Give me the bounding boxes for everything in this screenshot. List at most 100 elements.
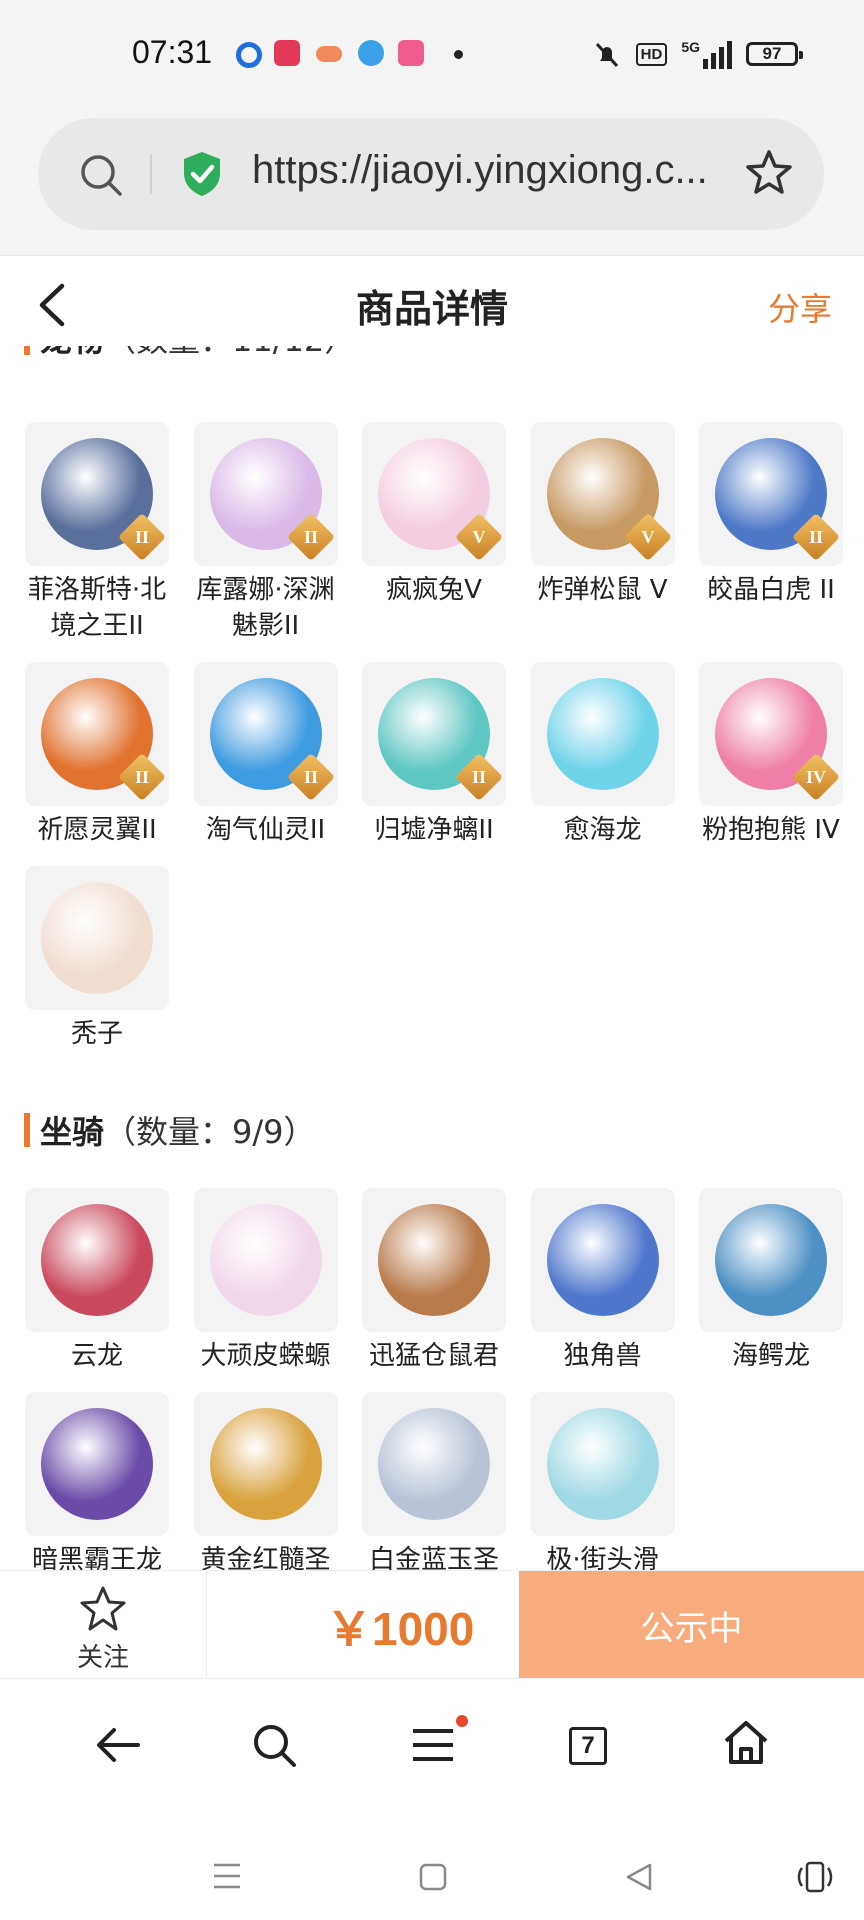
item-image [530, 1392, 675, 1536]
purchase-action-bar: 关注 ￥1000 公示中 [0, 1570, 864, 1679]
item-card[interactable]: IV 粉抱抱熊 IV [696, 662, 846, 848]
section-accent-bar [24, 346, 30, 355]
item-name: 疯疯兔V [386, 575, 482, 605]
item-card[interactable]: II 库露娜·深渊魅影II [191, 422, 341, 644]
more-notifications-dot [454, 50, 463, 59]
status-bar: 07:31 HD 5G 97 [0, 0, 864, 110]
item-card[interactable]: II 祈愿灵翼II [22, 662, 172, 848]
item-art [715, 1204, 827, 1316]
item-image: IV [699, 662, 843, 806]
item-art [209, 1204, 322, 1316]
item-image [193, 1188, 338, 1332]
item-art [209, 1408, 322, 1520]
follow-label: 关注 [76, 1643, 129, 1673]
item-art [378, 1408, 490, 1520]
item-art [546, 678, 659, 790]
url-text[interactable]: https://jiaoyi.yingxiong.c... [252, 148, 708, 193]
section-count: （数量：11/12） [104, 346, 356, 361]
item-card[interactable]: II 菲洛斯特·北境之王II [22, 422, 172, 644]
item-art [546, 1204, 659, 1316]
notification-app-icon [236, 42, 262, 68]
item-art [41, 1408, 153, 1520]
recents-menu-icon[interactable] [212, 1862, 242, 1890]
tier-label: II [303, 527, 318, 547]
item-card[interactable]: 秃子 [22, 866, 172, 1052]
item-name: 云龙 [70, 1341, 123, 1371]
item-card[interactable]: 独角兽 [528, 1188, 678, 1374]
item-card[interactable]: 云龙 [22, 1188, 172, 1374]
item-name: 海鳄龙 [731, 1341, 810, 1371]
item-card[interactable]: 暗黑霸王龙 [22, 1392, 172, 1570]
browser-toolbar: https://jiaoyi.yingxiong.c... [0, 110, 864, 256]
item-name: 粉抱抱熊 IV [702, 815, 840, 845]
search-icon[interactable] [78, 152, 124, 198]
item-name: 秃子 [70, 1019, 123, 1049]
bookmark-star-icon[interactable] [744, 148, 794, 198]
item-card[interactable]: 白金蓝玉圣 [359, 1392, 509, 1570]
system-navigation-bar [0, 1818, 864, 1920]
tier-label: IV [805, 767, 826, 787]
item-name: 库露娜·深渊魅影II [196, 575, 335, 641]
mute-icon [595, 42, 618, 68]
page-header: 商品详情 分享 [0, 256, 864, 346]
item-name: 祈愿灵翼II [37, 815, 157, 845]
home-icon[interactable] [722, 1719, 770, 1765]
item-image [25, 866, 169, 1010]
url-bar[interactable]: https://jiaoyi.yingxiong.c... [38, 118, 824, 230]
item-name: 淘气仙灵II [205, 815, 326, 845]
section-title-mounts: 坐骑 （数量：9/9） [24, 1110, 316, 1151]
item-card[interactable]: 极·街头滑 [528, 1392, 678, 1570]
item-card[interactable]: 黄金红髓圣 [191, 1392, 341, 1570]
tier-badge: II [117, 752, 167, 802]
tier-label: II [471, 767, 486, 787]
item-card[interactable]: 迅猛仓鼠君 [359, 1188, 509, 1374]
item-image: V [362, 422, 506, 566]
item-card[interactable]: II 皎晶白虎 II [696, 422, 846, 608]
item-image: II [362, 662, 506, 806]
item-card[interactable]: 海鳄龙 [696, 1188, 846, 1374]
publicity-status-button[interactable]: 公示中 [519, 1571, 864, 1679]
item-name: 皎晶白虎 II [707, 575, 835, 605]
product-detail-content[interactable]: 宠物 （数量：11/12） II 菲洛斯特·北境之王II II 库露娜·深渊魅影II V… [0, 346, 864, 1570]
tabs-button[interactable]: 7 [569, 1727, 607, 1765]
item-card[interactable]: II 淘气仙灵II [191, 662, 341, 848]
share-button[interactable]: 分享 [768, 284, 832, 330]
back-triangle-icon[interactable] [624, 1862, 654, 1892]
media-app-icon [398, 40, 424, 66]
item-name: 归墟净螭II [374, 815, 494, 845]
item-card[interactable]: V 炸弹松鼠 V [528, 422, 678, 608]
item-image [530, 1188, 675, 1332]
section-title-text: 坐骑 [40, 1113, 105, 1151]
item-name: 大顽皮蝾螈 [200, 1341, 331, 1371]
item-image [25, 1188, 169, 1332]
section-count: （数量：9/9） [104, 1113, 316, 1151]
home-square-icon[interactable] [418, 1862, 448, 1892]
security-shield-icon[interactable] [180, 150, 224, 198]
item-image [530, 662, 675, 806]
item-image [362, 1392, 506, 1536]
item-name: 独角兽 [563, 1341, 642, 1371]
url-divider [150, 154, 152, 194]
item-image [699, 1188, 843, 1332]
price: ￥1000 [326, 1603, 475, 1655]
item-card[interactable]: 愈海龙 [528, 662, 678, 848]
rotate-device-icon[interactable] [796, 1860, 834, 1894]
item-art [546, 1408, 659, 1520]
item-art [41, 1204, 153, 1316]
tier-badge: V [454, 512, 504, 562]
back-arrow-icon[interactable] [94, 1725, 142, 1765]
follow-button[interactable]: 关注 [0, 1571, 207, 1679]
item-card[interactable]: V 疯疯兔V [359, 422, 509, 608]
search-icon[interactable] [250, 1721, 298, 1769]
item-name: 菲洛斯特·北境之王II [27, 575, 167, 641]
battery-level: 97 [762, 44, 782, 63]
tier-badge: II [454, 752, 504, 802]
item-image [193, 1392, 338, 1536]
item-card[interactable]: II 归墟净螭II [359, 662, 509, 848]
item-card[interactable]: 大顽皮蝾螈 [191, 1188, 341, 1374]
tier-label: II [303, 767, 318, 787]
item-image: II [25, 662, 169, 806]
item-image: V [530, 422, 675, 566]
menu-icon[interactable] [410, 1727, 456, 1763]
page-title: 商品详情 [355, 287, 508, 331]
